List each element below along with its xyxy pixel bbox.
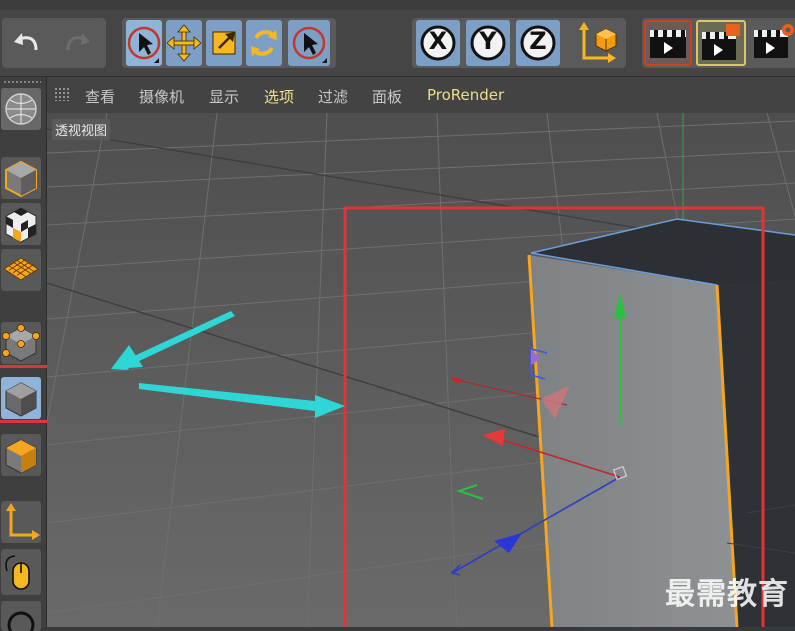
coordinate-system-icon — [579, 22, 617, 63]
menu-camera[interactable]: 摄像机 — [139, 86, 184, 107]
main-toolbar: X Y Z — [0, 0, 795, 77]
scale-icon — [212, 31, 236, 55]
axis-lock-z-button[interactable]: Z — [516, 20, 560, 66]
object-axis-icon — [6, 503, 40, 540]
live-selection-button[interactable] — [126, 20, 162, 66]
mode-palette — [0, 77, 74, 631]
object-axis-button[interactable] — [1, 501, 41, 543]
render-view-button[interactable] — [644, 20, 692, 66]
move-icon — [166, 24, 202, 62]
tweak-mode-button[interactable] — [1, 549, 41, 595]
edges-mode-icon — [5, 439, 37, 474]
coordinate-system-button[interactable] — [572, 20, 620, 66]
render-view-icon — [650, 30, 686, 58]
viewport-menu-grip — [54, 87, 70, 101]
menu-view[interactable]: 查看 — [85, 86, 115, 107]
undo-button[interactable] — [6, 20, 50, 66]
texture-mode-icon — [5, 207, 37, 243]
menu-options[interactable]: 选项 — [264, 86, 294, 107]
points-mode-icon — [2, 324, 40, 362]
make-editable-button[interactable] — [1, 88, 41, 130]
watermark: 最需教育 — [665, 577, 789, 612]
render-group — [642, 18, 795, 68]
rotate-tool-button[interactable] — [246, 20, 282, 66]
axis-y-label: Y — [479, 27, 497, 55]
axis-lock-group: X Y Z — [412, 18, 626, 68]
redo-icon — [66, 33, 90, 51]
model-mode-button[interactable] — [1, 157, 41, 199]
axis-lock-y-button[interactable]: Y — [466, 20, 510, 66]
tool-menu-indicator — [322, 58, 327, 63]
menu-display[interactable]: 显示 — [209, 86, 239, 107]
tool-menu-indicator — [154, 58, 159, 63]
model-mode-icon — [5, 160, 37, 198]
render-picture-viewer-icon — [702, 24, 740, 60]
workplane-mode-icon — [3, 257, 39, 281]
transform-tools-group — [122, 18, 336, 68]
history-group — [2, 18, 106, 68]
texture-mode-button[interactable] — [1, 203, 41, 245]
perspective-viewport[interactable]: 透视视图 最需教育 — [47, 113, 795, 627]
edges-mode-button[interactable] — [1, 434, 41, 476]
top-menu-strip — [0, 0, 795, 10]
recent-tool-button[interactable] — [288, 20, 330, 66]
menu-filter[interactable]: 过滤 — [318, 86, 348, 107]
undo-icon — [14, 33, 38, 51]
rotate-icon — [251, 30, 277, 56]
edit-render-settings-button[interactable] — [750, 20, 795, 66]
redo-button[interactable] — [56, 20, 100, 66]
axis-x-label: X — [428, 27, 448, 55]
axis-lock-x-button[interactable]: X — [416, 20, 460, 66]
viewport-menu-bar: 查看 摄像机 显示 选项 过滤 面板 ProRender — [47, 77, 795, 113]
points-mode-button[interactable] — [1, 322, 41, 364]
viewport-scene — [47, 113, 795, 627]
palette-grip — [3, 80, 41, 85]
axis-z-label: Z — [529, 27, 547, 55]
scale-tool-button[interactable] — [206, 20, 242, 66]
move-tool-button[interactable] — [166, 20, 202, 66]
menu-prorender[interactable]: ProRender — [427, 86, 504, 104]
viewport-label: 透视视图 — [52, 119, 111, 140]
workplane-mode-button[interactable] — [1, 249, 41, 291]
render-picture-viewer-button[interactable] — [696, 20, 746, 66]
tweak-mode-icon — [5, 555, 30, 590]
edit-render-settings-icon — [754, 24, 794, 58]
make-editable-icon — [5, 93, 37, 125]
menu-panel[interactable]: 面板 — [372, 86, 402, 107]
cube-object[interactable] — [527, 218, 795, 627]
